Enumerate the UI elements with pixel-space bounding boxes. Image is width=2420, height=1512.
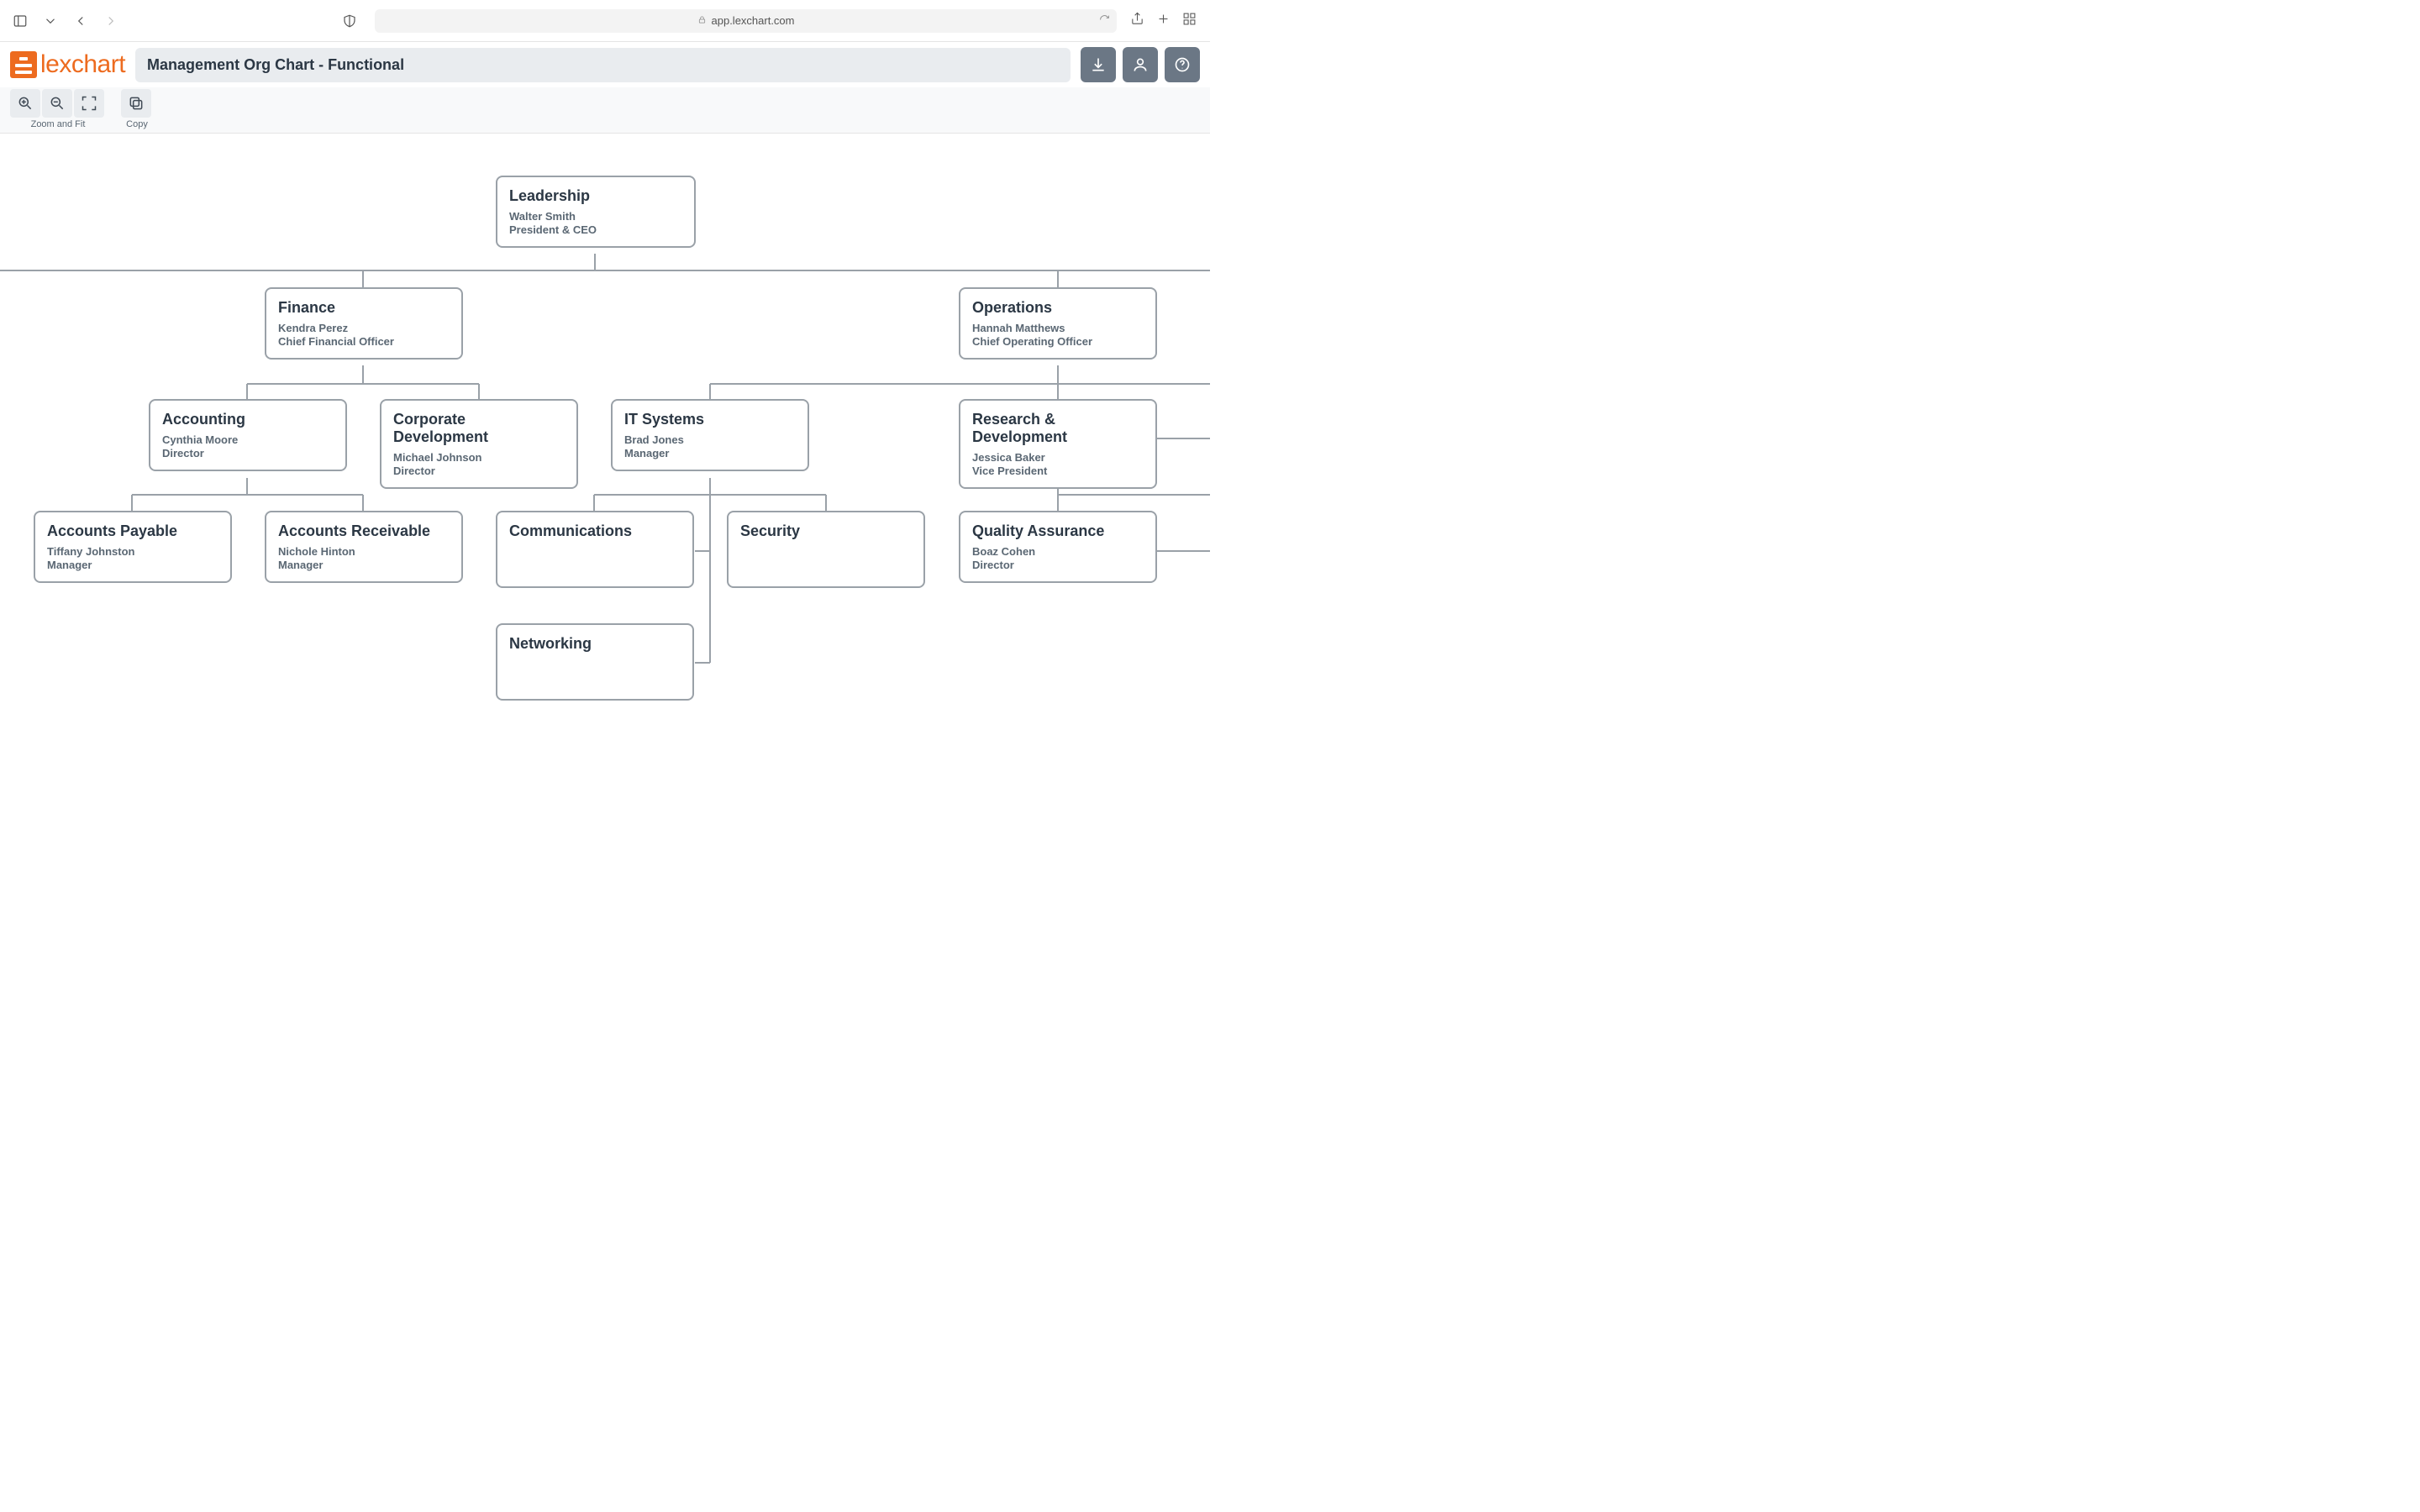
- copy-button[interactable]: [121, 89, 151, 118]
- document-title-text: Management Org Chart - Functional: [147, 56, 404, 73]
- node-title: Corporate Development: [393, 411, 565, 446]
- fit-button[interactable]: [74, 89, 104, 118]
- node-operations[interactable]: Operations Hannah Matthews Chief Operati…: [959, 287, 1157, 360]
- new-tab-icon[interactable]: [1156, 12, 1171, 30]
- nav-forward-button: [99, 9, 123, 33]
- address-url: app.lexchart.com: [712, 14, 795, 27]
- node-role: President & CEO: [509, 223, 682, 236]
- account-button[interactable]: [1123, 47, 1158, 82]
- nav-back-button[interactable]: [69, 9, 92, 33]
- node-leadership[interactable]: Leadership Walter Smith President & CEO: [496, 176, 696, 248]
- node-title: Accounting: [162, 411, 334, 428]
- help-button[interactable]: [1165, 47, 1200, 82]
- node-role: Director: [393, 465, 565, 477]
- node-role: Director: [162, 447, 334, 459]
- chart-canvas[interactable]: Leadership Walter Smith President & CEO …: [0, 134, 1210, 747]
- copy-label: Copy: [126, 119, 148, 129]
- document-title[interactable]: Management Org Chart - Functional: [135, 48, 1071, 82]
- shield-icon[interactable]: [338, 9, 361, 33]
- node-person: Kendra Perez: [278, 322, 450, 334]
- node-person: Michael Johnson: [393, 451, 565, 464]
- node-title: Research & Development: [972, 411, 1144, 446]
- zoom-out-button[interactable]: [42, 89, 72, 118]
- node-role: Vice President: [972, 465, 1144, 477]
- download-button[interactable]: [1081, 47, 1116, 82]
- logo-icon: [10, 51, 37, 78]
- node-title: Networking: [509, 635, 681, 653]
- node-networking[interactable]: Networking: [496, 623, 694, 701]
- node-research-development[interactable]: Research & Development Jessica Baker Vic…: [959, 399, 1157, 489]
- node-title: Quality Assurance: [972, 522, 1144, 540]
- node-finance[interactable]: Finance Kendra Perez Chief Financial Off…: [265, 287, 463, 360]
- lock-icon: [697, 14, 707, 27]
- brand-name: lexchart: [40, 50, 125, 79]
- node-person: Hannah Matthews: [972, 322, 1144, 334]
- node-person: Boaz Cohen: [972, 545, 1144, 558]
- app-toolbar: Zoom and Fit Copy: [0, 87, 1210, 134]
- node-person: Cynthia Moore: [162, 433, 334, 446]
- share-icon[interactable]: [1130, 12, 1144, 30]
- reload-icon[interactable]: [1099, 14, 1110, 28]
- node-person: Walter Smith: [509, 210, 682, 223]
- brand-logo[interactable]: lexchart: [10, 50, 125, 79]
- node-role: Director: [972, 559, 1144, 571]
- copy-group: Copy: [121, 89, 153, 129]
- node-accounting[interactable]: Accounting Cynthia Moore Director: [149, 399, 347, 471]
- node-person: Nichole Hinton: [278, 545, 450, 558]
- node-title: Security: [740, 522, 912, 540]
- node-person: Jessica Baker: [972, 451, 1144, 464]
- node-role: Manager: [47, 559, 218, 571]
- node-title: Accounts Payable: [47, 522, 218, 540]
- node-title: Communications: [509, 522, 681, 540]
- node-security[interactable]: Security: [727, 511, 925, 588]
- node-title: Finance: [278, 299, 450, 317]
- node-title: IT Systems: [624, 411, 796, 428]
- node-role: Manager: [624, 447, 796, 459]
- node-role: Chief Operating Officer: [972, 335, 1144, 348]
- node-role: Chief Financial Officer: [278, 335, 450, 348]
- chevron-down-icon[interactable]: [39, 9, 62, 33]
- node-it-systems[interactable]: IT Systems Brad Jones Manager: [611, 399, 809, 471]
- zoom-in-button[interactable]: [10, 89, 40, 118]
- node-quality-assurance[interactable]: Quality Assurance Boaz Cohen Director: [959, 511, 1157, 583]
- node-corporate-development[interactable]: Corporate Development Michael Johnson Di…: [380, 399, 578, 489]
- zoom-fit-group: Zoom and Fit: [10, 89, 106, 129]
- node-accounts-payable[interactable]: Accounts Payable Tiffany Johnston Manage…: [34, 511, 232, 583]
- browser-toolbar: app.lexchart.com: [0, 0, 1210, 42]
- node-person: Tiffany Johnston: [47, 545, 218, 558]
- app-header: lexchart Management Org Chart - Function…: [0, 42, 1210, 87]
- tab-overview-icon[interactable]: [1182, 12, 1197, 30]
- node-accounts-receivable[interactable]: Accounts Receivable Nichole Hinton Manag…: [265, 511, 463, 583]
- address-bar[interactable]: app.lexchart.com: [375, 9, 1117, 33]
- node-title: Leadership: [509, 187, 682, 205]
- sidebar-toggle-icon[interactable]: [8, 9, 32, 33]
- zoom-fit-label: Zoom and Fit: [31, 119, 86, 129]
- node-title: Accounts Receivable: [278, 522, 450, 540]
- node-communications[interactable]: Communications: [496, 511, 694, 588]
- node-title: Operations: [972, 299, 1144, 317]
- node-role: Manager: [278, 559, 450, 571]
- node-person: Brad Jones: [624, 433, 796, 446]
